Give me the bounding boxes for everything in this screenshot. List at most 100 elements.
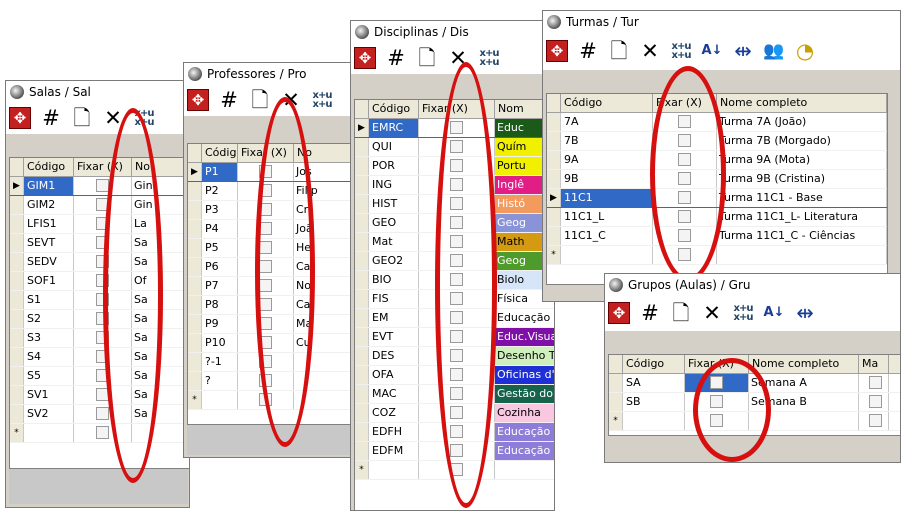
row-indicator[interactable] [609, 393, 623, 411]
fix-cell[interactable] [419, 271, 495, 289]
fix-cell[interactable] [419, 442, 495, 460]
name-cell[interactable]: Turma 9B (Cristina) [717, 170, 887, 188]
row-indicator[interactable] [10, 253, 24, 271]
name-cell[interactable]: Filip [294, 182, 354, 200]
row-indicator[interactable] [188, 353, 202, 371]
row-indicator[interactable] [355, 442, 369, 460]
table-row[interactable]: P9 Ma [188, 315, 357, 334]
name-cell[interactable]: Turma 11C1 - Base [717, 189, 887, 207]
table-row[interactable]: P5 He [188, 239, 357, 258]
fix-cell[interactable] [74, 272, 132, 290]
code-cell[interactable]: 11C1_C [561, 227, 653, 245]
row-indicator[interactable] [10, 329, 24, 347]
table-row[interactable]: ING Inglê [355, 176, 554, 195]
code-cell[interactable]: MAC [369, 385, 419, 403]
fix-checkbox[interactable] [450, 120, 463, 134]
row-indicator[interactable] [355, 271, 369, 289]
fix-checkbox[interactable] [450, 310, 463, 324]
transfer-icon[interactable]: x+u x+u [478, 47, 500, 69]
name-cell[interactable]: Cu [294, 334, 354, 352]
fix-cell[interactable] [238, 258, 294, 276]
row-indicator[interactable] [547, 132, 561, 150]
table-row[interactable]: LFIS1 La [10, 215, 189, 234]
name-cell[interactable]: Sa [132, 386, 189, 404]
table-row[interactable]: S2 Sa [10, 310, 189, 329]
fix-checkbox[interactable] [96, 330, 109, 344]
grid-icon[interactable]: # [577, 40, 599, 62]
fix-cell[interactable] [238, 201, 294, 219]
fix-cell[interactable] [653, 170, 717, 188]
row-indicator[interactable] [10, 215, 24, 233]
delete-icon[interactable]: ✕ [639, 40, 661, 62]
fix-checkbox[interactable] [96, 273, 109, 287]
fix-column-header[interactable]: Fixar (X) [685, 355, 749, 373]
row-indicator[interactable] [10, 196, 24, 214]
row-indicator[interactable] [188, 277, 202, 295]
code-cell[interactable]: 11C1_L [561, 208, 653, 226]
fix-column-header[interactable]: Fixar (X) [74, 158, 132, 176]
code-cell[interactable]: GIM1 [24, 177, 74, 195]
fix-cell[interactable] [653, 113, 717, 131]
fix-cell[interactable] [419, 290, 495, 308]
code-cell[interactable]: DES [369, 347, 419, 365]
fix-checkbox[interactable] [259, 202, 272, 216]
name-cell[interactable]: Turma 7A (João) [717, 113, 887, 131]
table-row[interactable]: 7B Turma 7B (Morgado) [547, 132, 887, 151]
table-row[interactable]: SEVT Sa [10, 234, 189, 253]
fix-cell[interactable] [238, 391, 294, 409]
row-indicator[interactable] [355, 328, 369, 346]
fix-cell[interactable] [685, 393, 749, 411]
row-indicator[interactable] [547, 227, 561, 245]
fix-checkbox[interactable] [259, 164, 272, 178]
fix-cell[interactable] [74, 177, 132, 195]
fix-cell[interactable] [74, 386, 132, 404]
fix-checkbox[interactable] [678, 152, 691, 166]
fix-checkbox[interactable] [678, 171, 691, 185]
name-column-header[interactable]: Nome completo [717, 94, 887, 112]
new-row[interactable]: * [188, 391, 357, 410]
code-cell[interactable]: GEO2 [369, 252, 419, 270]
fix-cell[interactable] [653, 151, 717, 169]
fix-cell[interactable] [74, 234, 132, 252]
code-cell[interactable]: S3 [24, 329, 74, 347]
fix-checkbox[interactable] [678, 228, 691, 242]
code-cell[interactable]: POR [369, 157, 419, 175]
new-row-marker[interactable]: * [188, 391, 202, 409]
fix-checkbox[interactable] [259, 297, 272, 311]
extra-checkbox[interactable] [868, 394, 882, 408]
table-row[interactable]: EM Educação Musical [355, 309, 554, 328]
code-cell[interactable]: ?-1 [202, 353, 238, 371]
row-indicator[interactable] [10, 234, 24, 252]
fix-cell[interactable] [419, 195, 495, 213]
fix-checkbox[interactable] [259, 278, 272, 292]
name-cell[interactable] [749, 412, 859, 430]
grupos-titlebar[interactable]: Grupos (Aulas) / Gru [605, 274, 900, 296]
name-cell[interactable]: Cozinha [495, 404, 554, 422]
fix-cell[interactable] [419, 119, 495, 137]
fix-column-header[interactable]: Fixar (X) [238, 144, 294, 162]
code-cell[interactable]: P5 [202, 239, 238, 257]
name-cell[interactable]: He [294, 239, 354, 257]
code-cell[interactable] [369, 461, 419, 479]
code-cell[interactable]: FIS [369, 290, 419, 308]
fix-cell[interactable] [419, 404, 495, 422]
name-cell[interactable]: Educação Física - F [495, 423, 554, 441]
people-icon[interactable]: 👥 [763, 40, 785, 62]
name-cell[interactable]: Sa [132, 234, 189, 252]
table-row[interactable]: ▶ GIM1 Gin [10, 177, 189, 196]
code-cell[interactable]: OFA [369, 366, 419, 384]
fix-cell[interactable] [653, 208, 717, 226]
grid-icon[interactable]: # [639, 302, 661, 324]
name-column-header[interactable]: No [294, 144, 354, 162]
name-cell[interactable]: Ca [294, 296, 354, 314]
fix-checkbox[interactable] [450, 329, 463, 343]
name-cell[interactable]: Gestão doméstica [495, 385, 554, 403]
table-row[interactable]: SA Semana A [609, 374, 900, 393]
fix-cell[interactable] [419, 138, 495, 156]
fix-cell[interactable] [419, 309, 495, 327]
table-row[interactable]: S3 Sa [10, 329, 189, 348]
row-indicator[interactable] [355, 309, 369, 327]
fix-cell[interactable] [653, 246, 717, 264]
table-row[interactable]: SV1 Sa [10, 386, 189, 405]
table-row[interactable]: P2 Filip [188, 182, 357, 201]
